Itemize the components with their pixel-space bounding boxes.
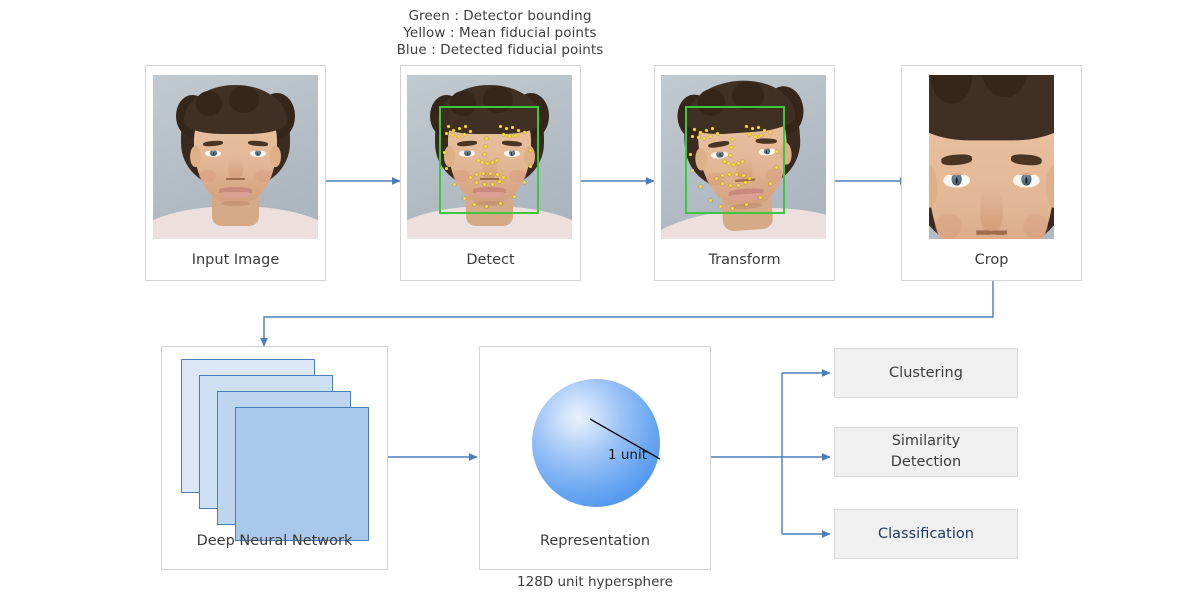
output-similarity-detection[interactable]: Similarity Detection: [834, 427, 1018, 477]
output-label-classification: Classification: [878, 525, 974, 542]
stage-detect: Detect: [400, 65, 581, 281]
stage-label-detect: Detect: [466, 252, 515, 268]
radius-label: 1 unit: [608, 447, 648, 463]
stage-crop: Crop: [901, 65, 1082, 281]
face-illustration: [153, 75, 318, 239]
detector-bounding-box: [685, 106, 785, 214]
legend-line-yellow: Yellow : Mean fiducial points: [403, 25, 597, 41]
detector-bounding-box: [439, 106, 539, 214]
output-label-similarity-detection: Similarity Detection: [890, 433, 962, 470]
deep-neural-network-box: Deep Neural Network: [161, 346, 388, 570]
stage-transform: Transform: [654, 65, 835, 281]
stage-label-input-image: Input Image: [191, 252, 280, 268]
legend-line-blue: Blue : Detected fiducial points: [396, 42, 604, 58]
output-clustering[interactable]: Clustering: [834, 348, 1018, 398]
photo-input-image: [153, 75, 318, 239]
photo-detect: [407, 75, 572, 239]
diagram-canvas: Green : Detector bounding Yellow : Mean …: [0, 0, 1200, 601]
photo-crop: [929, 75, 1054, 239]
output-classification[interactable]: Classification: [834, 509, 1018, 559]
arrow-crop-to-dnn: [260, 281, 994, 347]
stage-label-crop: Crop: [974, 252, 1009, 268]
representation-label: Representation: [539, 533, 651, 549]
stage-input-image: Input Image: [145, 65, 326, 281]
deep-neural-network-label: Deep Neural Network: [196, 533, 353, 549]
nn-layer-4: [235, 407, 369, 541]
legend: Green : Detector bounding Yellow : Mean …: [385, 8, 615, 59]
hypersphere-caption: 128D unit hypersphere: [517, 574, 673, 590]
stage-label-transform: Transform: [708, 252, 781, 268]
output-label-clustering: Clustering: [889, 364, 963, 381]
representation-box: 1 unit Representation: [479, 346, 711, 570]
legend-line-green: Green : Detector bounding: [408, 8, 592, 24]
face-illustration-cropped: [929, 75, 1054, 239]
photo-transform: [661, 75, 826, 239]
